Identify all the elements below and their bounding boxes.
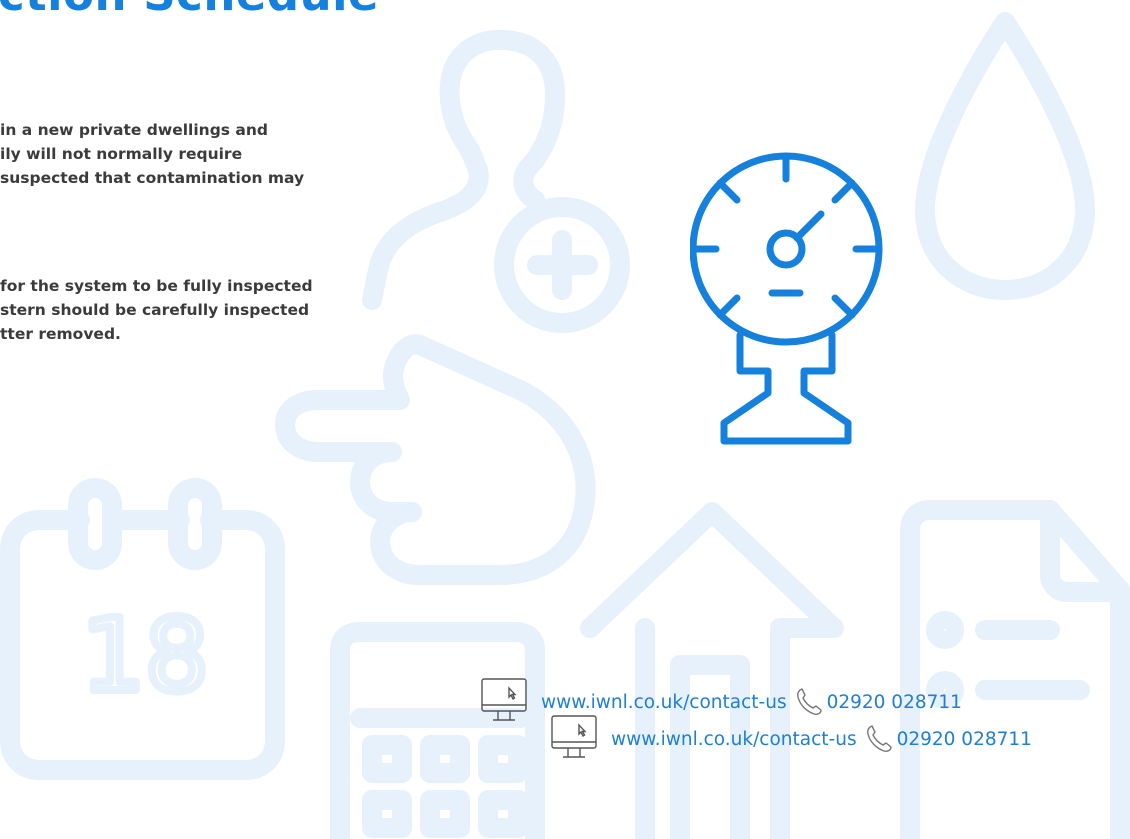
paragraph-line: tter removed. — [0, 325, 121, 343]
page-title: ction Schedule — [0, 0, 379, 21]
paragraph-line: for the system to be fully inspected — [0, 277, 313, 295]
pointing-hand-icon — [275, 334, 596, 585]
paragraph-line: suspected that contamination may — [0, 169, 305, 187]
pressure-gauge-icon — [690, 152, 883, 445]
calendar-day-number: 18 — [81, 597, 208, 714]
monitor-icon — [551, 715, 597, 758]
calculator-icon — [330, 622, 545, 839]
paragraph-line: ily will not normally require — [0, 145, 243, 163]
paragraph-line: in a new private dwellings and — [0, 121, 269, 139]
water-drop-icon — [915, 12, 1095, 300]
paragraph-inspection: for the system to be fully inspected ste… — [0, 274, 380, 346]
person-icon — [362, 29, 565, 310]
contact-phone-link[interactable]: 02920 028711 — [897, 729, 1032, 750]
paragraph-intro: in a new private dwellings and ily will … — [0, 118, 380, 190]
contact-row: www.iwnl.co.uk/contact-us 02920 028711 — [551, 715, 1032, 763]
house-icon — [580, 502, 844, 839]
contact-url-link[interactable]: www.iwnl.co.uk/contact-us — [611, 729, 857, 750]
contact-url-link[interactable]: www.iwnl.co.uk/contact-us — [541, 692, 787, 713]
paragraph-line: stern should be carefully inspected — [0, 301, 310, 319]
plus-icon — [494, 197, 630, 333]
phone-icon — [866, 725, 892, 752]
monitor-icon — [481, 678, 527, 721]
phone-icon — [796, 688, 822, 715]
document-icon — [900, 500, 1130, 839]
contact-phone-link[interactable]: 02920 028711 — [827, 692, 962, 713]
